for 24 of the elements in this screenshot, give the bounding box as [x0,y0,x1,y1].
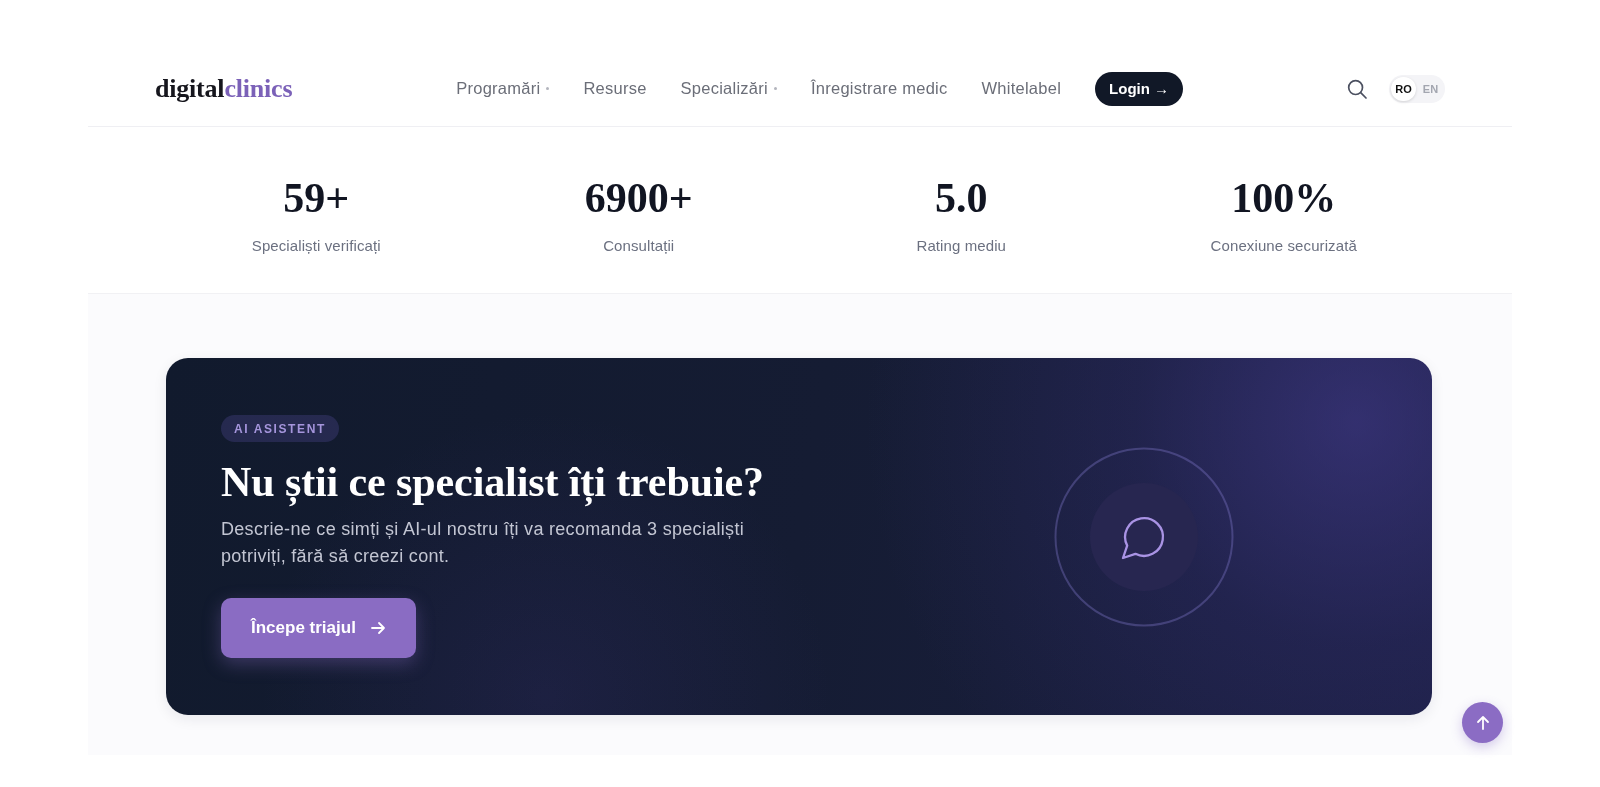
nav-link[interactable]: Specializări [680,79,777,98]
language-option[interactable]: RO [1391,76,1416,101]
banner-title: Nu știi ce specialist îți trebuie? [221,458,764,506]
start-button[interactable]: Începe triajul [221,598,416,658]
nav-link[interactable]: Whitelabel [981,79,1062,98]
login-button[interactable]: Login → [1095,71,1184,106]
arrow-right-icon [369,620,386,636]
stat-label: Consultații [603,236,675,256]
nav-link[interactable]: Resurse [583,79,647,98]
stat-label: Specialiști verificați [251,236,381,256]
nav-link[interactable]: Înregistrare medic [810,79,948,98]
stat-value: 5.0 [935,174,988,222]
arrow-up-icon [1474,714,1491,731]
banner-description: Descrie-ne ce simți și AI-ul nostru îți va recomanda 3 specialiști potriviți, fără să creezi cont. [221,518,745,568]
logo[interactable]: digitalclinics [155,73,293,104]
badge: AI ASISTENT [221,415,339,442]
chat-bubble-icon [1054,446,1234,627]
nav-link[interactable]: Programări [456,79,550,98]
stat-label: Rating mediu [916,236,1007,256]
search-icon[interactable] [1347,78,1367,99]
stat-value: 59+ [283,174,350,222]
stat-value: 100% [1231,174,1337,222]
stat-value: 6900+ [584,174,693,222]
stat-label: Conexiune securizată [1210,236,1357,256]
